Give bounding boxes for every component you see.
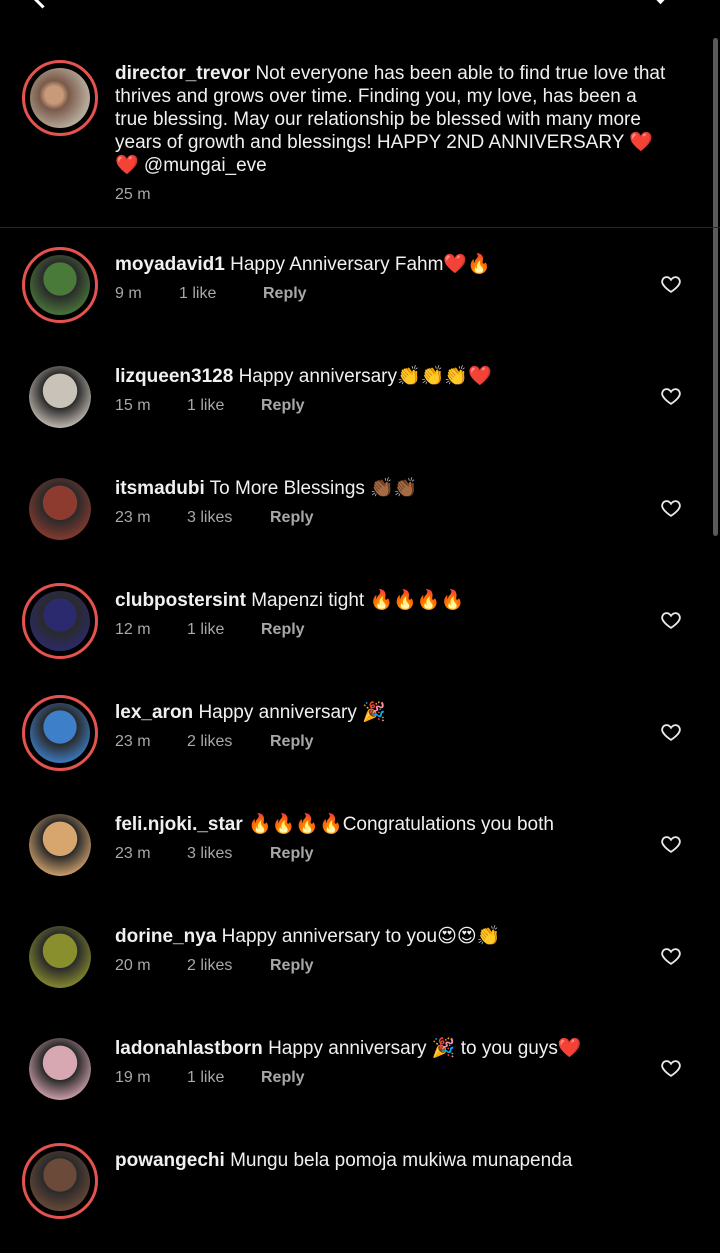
like-count[interactable]: 3 likes: [187, 845, 270, 863]
comment-time: 20 m: [115, 957, 151, 974]
comment-row: itsmadubi To More Blessings 👏🏾👏🏾 23 m 3 l…: [0, 469, 720, 581]
like-count[interactable]: 3 likes: [187, 509, 270, 527]
comment-username[interactable]: moyadavid1: [115, 254, 225, 275]
reply-button[interactable]: Reply: [270, 845, 314, 863]
comment-text: Mungu bela pomoja mukiwa munapenda: [230, 1150, 573, 1171]
back-arrow-icon[interactable]: [30, 0, 55, 9]
comment-username[interactable]: dorine_nya: [115, 926, 216, 947]
top-bar: [0, 0, 720, 14]
comment-row: lex_aron Happy anniversary 🎉 23 m 2 likes…: [0, 693, 720, 805]
like-heart-icon[interactable]: [660, 945, 682, 967]
comment-time: 12 m: [115, 621, 151, 638]
comment-username[interactable]: lex_aron: [115, 702, 193, 723]
comment-text: Happy anniversary👏👏👏❤️: [238, 366, 492, 387]
comment-username[interactable]: itsmadubi: [115, 478, 205, 499]
avatar[interactable]: [22, 247, 98, 323]
comment-text: To More Blessings 👏🏾👏🏾: [209, 478, 418, 499]
reply-button[interactable]: Reply: [270, 509, 314, 527]
reply-button[interactable]: Reply: [261, 1069, 305, 1087]
chevron-down-icon[interactable]: [649, 0, 672, 5]
like-heart-icon[interactable]: [660, 273, 682, 295]
like-count[interactable]: 1 like: [179, 285, 263, 303]
comment-row: ladonahlastborn Happy anniversary 🎉 to y…: [0, 1029, 720, 1141]
comment-username[interactable]: powangechi: [115, 1150, 225, 1171]
like-heart-icon[interactable]: [660, 609, 682, 631]
like-heart-icon[interactable]: [660, 385, 682, 407]
avatar[interactable]: [29, 478, 91, 540]
comment-text: Happy anniversary to you😍😍👏: [221, 926, 501, 947]
comment-text: Happy anniversary 🎉 to you guys❤️: [268, 1038, 582, 1059]
reply-button[interactable]: Reply: [263, 285, 307, 303]
comment-time: 23 m: [115, 845, 151, 862]
reply-button[interactable]: Reply: [261, 621, 305, 639]
avatar[interactable]: [29, 366, 91, 428]
comment-username[interactable]: feli.njoki._star: [115, 814, 243, 835]
avatar[interactable]: [29, 814, 91, 876]
like-heart-icon[interactable]: [660, 1057, 682, 1079]
comment-row: powangechi Mungu bela pomoja mukiwa muna…: [0, 1141, 720, 1253]
avatar[interactable]: [22, 583, 98, 659]
like-count[interactable]: 1 like: [187, 621, 261, 639]
reply-button[interactable]: Reply: [270, 957, 314, 975]
comment-time: 23 m: [115, 733, 151, 750]
comment-text: Mapenzi tight 🔥🔥🔥🔥: [251, 590, 465, 611]
like-count[interactable]: 1 like: [187, 397, 261, 415]
avatar[interactable]: [29, 926, 91, 988]
comment-username[interactable]: lizqueen3128: [115, 366, 233, 387]
comment-time: 15 m: [115, 397, 151, 414]
comment-row: clubpostersint Mapenzi tight 🔥🔥🔥🔥 12 m 1 …: [0, 581, 720, 693]
avatar[interactable]: [29, 1038, 91, 1100]
reply-button[interactable]: Reply: [261, 397, 305, 415]
comment-text: Happy anniversary 🎉: [198, 702, 386, 723]
caption-text: director_trevor Not everyone has been ab…: [115, 62, 670, 177]
reply-button[interactable]: Reply: [270, 733, 314, 751]
caption-time: 25 m: [115, 186, 151, 203]
like-heart-icon[interactable]: [660, 721, 682, 743]
comment-row: dorine_nya Happy anniversary to you😍😍👏 2…: [0, 917, 720, 1029]
comment-username[interactable]: ladonahlastborn: [115, 1038, 263, 1059]
comment-row: lizqueen3128 Happy anniversary👏👏👏❤️ 15 m…: [0, 357, 720, 469]
avatar[interactable]: [22, 695, 98, 771]
comment-row: feli.njoki._star 🔥🔥🔥🔥Congratulations you…: [0, 805, 720, 917]
comment-text: 🔥🔥🔥🔥Congratulations you both: [248, 814, 554, 835]
like-heart-icon[interactable]: [660, 497, 682, 519]
like-heart-icon[interactable]: [660, 833, 682, 855]
comment-row: moyadavid1 Happy Anniversary Fahm❤️🔥 9 m…: [0, 245, 720, 357]
avatar[interactable]: [22, 1143, 98, 1219]
comment-username[interactable]: clubpostersint: [115, 590, 246, 611]
comment-text: Happy Anniversary Fahm❤️🔥: [230, 254, 491, 275]
caption-username[interactable]: director_trevor: [115, 63, 250, 84]
post-caption: director_trevor Not everyone has been ab…: [0, 56, 720, 226]
divider: [0, 227, 720, 228]
like-count[interactable]: 2 likes: [187, 957, 270, 975]
like-count[interactable]: 1 like: [187, 1069, 261, 1087]
comment-time: 23 m: [115, 509, 151, 526]
comment-time: 9 m: [115, 285, 142, 302]
like-count[interactable]: 2 likes: [187, 733, 270, 751]
comment-time: 19 m: [115, 1069, 151, 1086]
avatar[interactable]: [22, 60, 98, 136]
